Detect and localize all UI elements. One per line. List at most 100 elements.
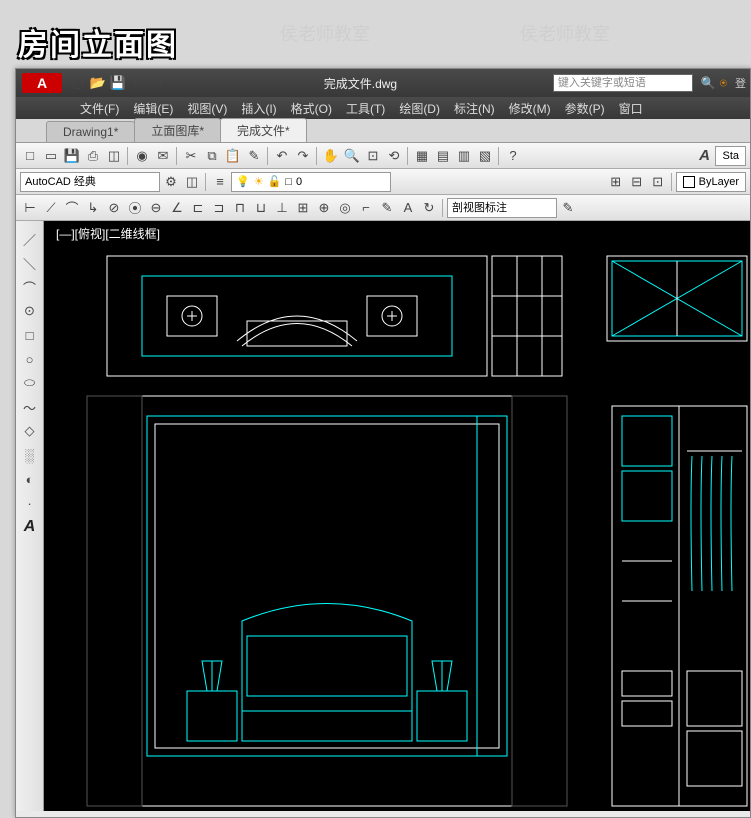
- workspace-select[interactable]: AutoCAD 经典: [20, 172, 160, 192]
- rect-icon[interactable]: □: [20, 325, 40, 345]
- menu-modify[interactable]: 修改(M): [503, 98, 557, 119]
- help-icon[interactable]: ⍟: [720, 76, 727, 91]
- separator: [127, 147, 129, 165]
- zoom-icon[interactable]: 🔍: [342, 146, 362, 166]
- text-icon[interactable]: A: [20, 517, 40, 537]
- dim-aligned-icon[interactable]: ⟋: [41, 198, 61, 218]
- cut-icon[interactable]: ✂: [181, 146, 201, 166]
- open-icon[interactable]: 📂: [88, 73, 108, 93]
- dimstyle-select[interactable]: 剖视图标注: [447, 198, 557, 218]
- new-icon[interactable]: ▢: [68, 73, 88, 93]
- new-icon[interactable]: □: [20, 146, 40, 166]
- save-icon[interactable]: 💾: [62, 146, 82, 166]
- tol-icon[interactable]: ⊞: [293, 198, 313, 218]
- pline-icon[interactable]: ⌒: [20, 277, 40, 297]
- dim-quick-icon[interactable]: ⊏: [188, 198, 208, 218]
- match-icon[interactable]: ✎: [244, 146, 264, 166]
- style-box[interactable]: Sta: [715, 146, 746, 166]
- color-select[interactable]: ByLayer: [676, 172, 746, 192]
- send-icon[interactable]: ✉: [153, 146, 173, 166]
- login-button[interactable]: 登: [735, 75, 746, 91]
- gear-icon[interactable]: ⚙: [161, 172, 181, 192]
- print-icon[interactable]: ⎙: [83, 146, 103, 166]
- gradient-icon[interactable]: ◐: [20, 469, 40, 489]
- point-icon[interactable]: ·: [20, 493, 40, 513]
- pan-icon[interactable]: ✋: [321, 146, 341, 166]
- menu-edit[interactable]: 编辑(E): [127, 98, 179, 119]
- dim-ord-icon[interactable]: ↳: [83, 198, 103, 218]
- props-icon[interactable]: ▦: [412, 146, 432, 166]
- redo-icon[interactable]: ↷: [293, 146, 313, 166]
- menu-format[interactable]: 格式(O): [285, 98, 338, 119]
- watermark: 侯老师教室: [520, 20, 610, 46]
- dimstyle-icon[interactable]: ✎: [558, 198, 578, 218]
- inspect-icon[interactable]: ◎: [335, 198, 355, 218]
- update-icon[interactable]: ↻: [419, 198, 439, 218]
- undo-icon[interactable]: ↶: [272, 146, 292, 166]
- help-icon[interactable]: ?: [503, 146, 523, 166]
- circle-icon[interactable]: ○: [20, 349, 40, 369]
- color-swatch-icon: [683, 176, 695, 188]
- dim-linear-icon[interactable]: ⊢: [20, 198, 40, 218]
- zoom-window-icon[interactable]: ⊡: [363, 146, 383, 166]
- zoom-prev-icon[interactable]: ⟲: [384, 146, 404, 166]
- dim-rad-icon[interactable]: ⊘: [104, 198, 124, 218]
- layer-off-icon[interactable]: ⊡: [648, 172, 668, 192]
- menu-dim[interactable]: 标注(N): [448, 98, 501, 119]
- dim-dia-icon[interactable]: ⊖: [146, 198, 166, 218]
- dim-break-icon[interactable]: ⊥: [272, 198, 292, 218]
- menu-tools[interactable]: 工具(T): [340, 98, 391, 119]
- dim-ang-icon[interactable]: ∠: [167, 198, 187, 218]
- tab-drawing1[interactable]: Drawing1*: [46, 121, 135, 142]
- menu-window[interactable]: 窗口: [613, 98, 649, 119]
- viewport-label[interactable]: [—][俯视][二维线框]: [56, 225, 160, 242]
- drawing-canvas[interactable]: [—][俯视][二维线框]: [44, 221, 750, 811]
- text-style-icon[interactable]: A: [694, 146, 714, 166]
- polygon-icon[interactable]: ⊙: [20, 301, 40, 321]
- menu-file[interactable]: 文件(F): [74, 98, 125, 119]
- design-icon[interactable]: ▤: [433, 146, 453, 166]
- dim-base-icon[interactable]: ⊐: [209, 198, 229, 218]
- layer-iso-icon[interactable]: ⊟: [627, 172, 647, 192]
- menu-param[interactable]: 参数(P): [559, 98, 611, 119]
- dim-space-icon[interactable]: ⊔: [251, 198, 271, 218]
- separator: [316, 147, 318, 165]
- menu-draw[interactable]: 绘图(D): [393, 98, 446, 119]
- ellipsearc-icon[interactable]: ◇: [20, 421, 40, 441]
- jogline-icon[interactable]: ⌐: [356, 198, 376, 218]
- textedit-icon[interactable]: A: [398, 198, 418, 218]
- tool-icon[interactable]: ▥: [454, 146, 474, 166]
- xline-icon[interactable]: ＼: [20, 253, 40, 273]
- menu-view[interactable]: 视图(V): [181, 98, 233, 119]
- publish-icon[interactable]: ◉: [132, 146, 152, 166]
- preview-icon[interactable]: ◫: [104, 146, 124, 166]
- document-tabs: Drawing1* 立面图库* 完成文件*: [16, 119, 750, 143]
- bulb-icon: 💡: [236, 173, 250, 191]
- spline-icon[interactable]: ～: [20, 397, 40, 417]
- app-logo[interactable]: A: [22, 73, 62, 93]
- layer-select[interactable]: 💡 ☀ 🔓 □ 0: [231, 172, 391, 192]
- hatch-icon[interactable]: ░: [20, 445, 40, 465]
- clean-icon[interactable]: ▧: [475, 146, 495, 166]
- search-input[interactable]: 键入关键字或短语: [553, 74, 693, 92]
- center-icon[interactable]: ⊕: [314, 198, 334, 218]
- undo-icon[interactable]: ↶: [128, 73, 148, 93]
- ellipse-icon[interactable]: ⬭: [20, 373, 40, 393]
- save-icon[interactable]: 💾: [108, 73, 128, 93]
- tab-library[interactable]: 立面图库*: [134, 118, 221, 142]
- workspace-icon[interactable]: ◫: [182, 172, 202, 192]
- line-icon[interactable]: ／: [20, 229, 40, 249]
- dim-arc-icon[interactable]: ⌒: [62, 198, 82, 218]
- redo-icon[interactable]: ↷: [148, 73, 168, 93]
- tab-current[interactable]: 完成文件*: [220, 118, 307, 142]
- open-icon[interactable]: ▭: [41, 146, 61, 166]
- layer-state-icon[interactable]: ⊞: [606, 172, 626, 192]
- menu-insert[interactable]: 插入(I): [235, 98, 282, 119]
- edit-icon[interactable]: ✎: [377, 198, 397, 218]
- paste-icon[interactable]: 📋: [223, 146, 243, 166]
- search-icon[interactable]: 🔍: [701, 76, 716, 90]
- layer-props-icon[interactable]: ≡: [210, 172, 230, 192]
- dim-jog-icon[interactable]: ⦿: [125, 198, 145, 218]
- dim-cont-icon[interactable]: ⊓: [230, 198, 250, 218]
- copy-icon[interactable]: ⧉: [202, 146, 222, 166]
